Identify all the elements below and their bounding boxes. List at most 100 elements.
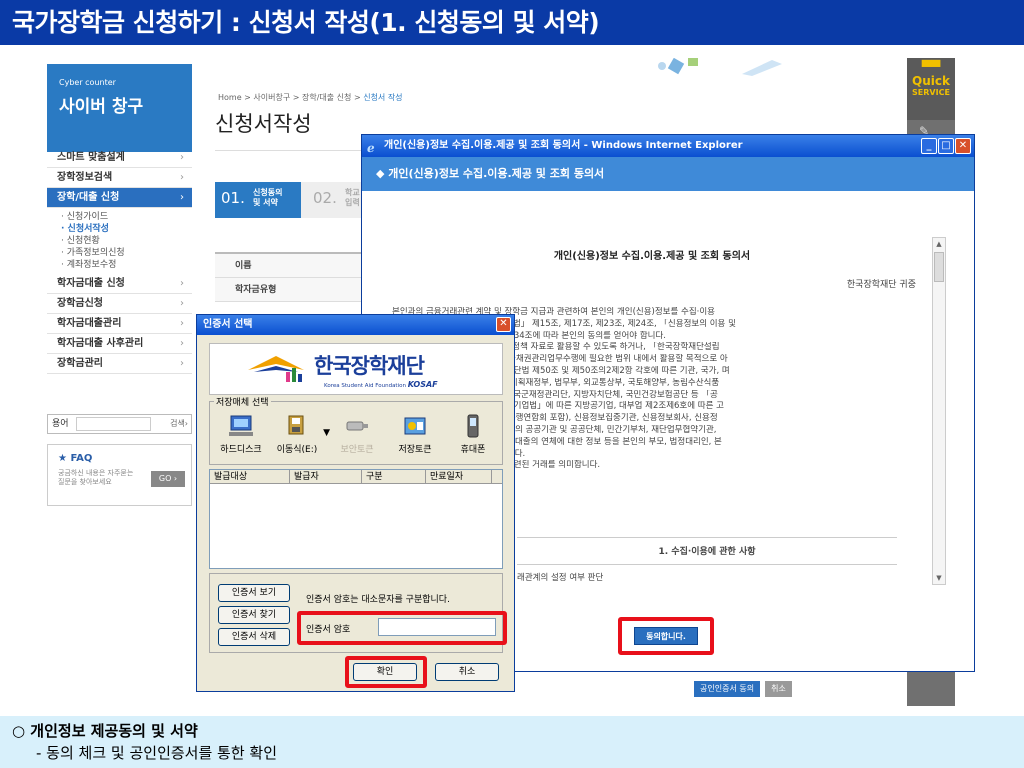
term-search-input[interactable] xyxy=(76,417,151,431)
faq-description: 궁금하신 내용은 자주묻는 질문을 찾아보세요 xyxy=(58,469,134,486)
submenu-application-form[interactable]: · 신청서작성 xyxy=(61,223,192,235)
delete-certificate-button[interactable]: 인증서 삭제 xyxy=(218,628,290,646)
storage-media-legend: 저장매체 선택 xyxy=(214,395,271,408)
find-certificate-button[interactable]: 인증서 찾기 xyxy=(218,606,290,624)
ie-icon: ℯ xyxy=(367,141,375,155)
sidebar-item-smart-design[interactable]: 스마트 맞춤설계 › xyxy=(47,148,192,168)
sidebar-item-apply[interactable]: 장학/대출 신청 › xyxy=(47,188,192,208)
sidebar-item-scholarship-manage[interactable]: 장학금관리 › xyxy=(47,354,192,374)
quick-service-subtitle: SERVICE xyxy=(912,88,950,97)
sidebar-item-label: 학자금대출관리 xyxy=(57,318,122,329)
term-search-button[interactable]: 검색› xyxy=(170,417,188,431)
form-label-aid-type: 학자금유형 xyxy=(215,278,365,302)
submenu-status[interactable]: · 신청현황 xyxy=(61,235,192,247)
password-highlight xyxy=(297,611,507,645)
chevron-right-icon: › xyxy=(180,278,184,289)
consent-window-titlebar: ℯ 개인(신용)정보 수집.이용.제공 및 조회 동의서 - Windows I… xyxy=(362,135,974,157)
sidebar-item-label: 스마트 맞춤설계 xyxy=(57,152,125,163)
device-mobile-phone[interactable]: 휴대폰 xyxy=(444,414,502,455)
column-type[interactable]: 구분 xyxy=(362,470,426,484)
step-2-label-line2: 입력 xyxy=(345,198,360,207)
sidebar-header: Cyber counter 사이버 창구 xyxy=(47,64,192,152)
sidebar-submenu: · 신청가이드 · 신청서작성 · 신청현황 · 가족정보의신청 · 계좌정보수… xyxy=(47,208,192,274)
faq-title-text: FAQ xyxy=(70,453,93,464)
breadcrumb-path: Home > 사이버창구 > 장학/대출 신청 > xyxy=(218,93,364,102)
scroll-up-icon[interactable]: ▲ xyxy=(933,238,945,250)
device-label: 하드디스크 xyxy=(220,445,262,455)
consent-scrollbar[interactable]: ▲ ▼ xyxy=(932,237,946,585)
certificate-dialog-title: 인증서 선택 xyxy=(203,319,253,330)
slide-title: 국가장학금 신청하기 : 신청서 작성(1. 신청동의 및 서약) xyxy=(0,0,1024,45)
sidebar-item-label: 학자금대출 신청 xyxy=(57,278,125,289)
harddisk-icon xyxy=(212,414,270,438)
faq-go-button[interactable]: GO › xyxy=(151,471,185,487)
cert-agree-button[interactable]: 공인인증서 동의 xyxy=(694,681,761,697)
step-1-label-line1: 신청동의 xyxy=(253,188,283,197)
step-1-label: 신청동의 및 서약 xyxy=(253,188,282,208)
site-cancel-button[interactable]: 취소 xyxy=(765,681,792,697)
device-security-token[interactable]: 보안토큰 xyxy=(328,414,386,455)
star-icon: ★ xyxy=(58,453,67,464)
section-text: 래관계의 설정 여부 판단 xyxy=(517,573,604,583)
scroll-down-icon[interactable]: ▼ xyxy=(933,572,945,584)
sidebar-item-loan-manage[interactable]: 학자금대출관리 › xyxy=(47,314,192,334)
cancel-button[interactable]: 취소 xyxy=(435,663,499,681)
chevron-right-icon: › xyxy=(180,358,184,369)
submenu-guide[interactable]: · 신청가이드 xyxy=(61,211,192,223)
breadcrumb: Home > 사이버창구 > 장학/대출 신청 > 신청서 작성 xyxy=(218,92,403,103)
sidebar-item-scholarship-search[interactable]: 장학정보검색 › xyxy=(47,168,192,188)
breadcrumb-current: 신청서 작성 xyxy=(363,93,403,102)
column-issuer[interactable]: 발급자 xyxy=(290,470,362,484)
close-icon[interactable]: ✕ xyxy=(955,138,971,154)
view-certificate-button[interactable]: 인증서 보기 xyxy=(218,584,290,602)
section-title: 1. 수집·이용에 관한 사항 xyxy=(517,537,897,565)
chevron-right-icon: › xyxy=(180,298,184,309)
device-storage-token[interactable]: 저장토큰 xyxy=(386,414,444,455)
quick-service-button[interactable]: ▀▀ Quick SERVICE xyxy=(907,58,955,120)
ok-button-highlight xyxy=(345,656,427,688)
banner-decoration xyxy=(658,58,782,76)
step-2-number: 02. xyxy=(313,189,337,207)
kosaf-name-ko: 한국장학재단 xyxy=(314,354,425,378)
mobile-phone-icon xyxy=(444,414,502,438)
certificate-list[interactable]: 발급대상 발급자 구분 만료일자 xyxy=(209,469,503,569)
kosaf-logo-icon xyxy=(248,356,304,382)
column-subject[interactable]: 발급대상 xyxy=(210,470,290,484)
device-label: 휴대폰 xyxy=(460,445,486,455)
storage-media-group: 저장매체 선택 하드디스크 이동식(E:) ▼ 보안토큰 저장토큰 휴대폰 xyxy=(209,395,503,465)
removable-disk-icon xyxy=(268,414,326,438)
window-controls: _ □ ✕ xyxy=(920,138,971,154)
sidebar-item-label: 장학금관리 xyxy=(57,358,103,369)
form-label-name: 이름 xyxy=(215,254,365,278)
maximize-icon[interactable]: □ xyxy=(938,138,954,154)
slide: 국가장학금 신청하기 : 신청서 작성(1. 신청동의 및 서약) Cyber … xyxy=(0,0,1024,768)
certificate-list-header: 발급대상 발급자 구분 만료일자 xyxy=(210,470,502,484)
submenu-account-edit[interactable]: · 계좌정보수정 xyxy=(61,259,192,271)
sidebar-item-label: 학자금대출 사후관리 xyxy=(57,338,144,349)
kosaf-name-en-text: Korea Student Aid Foundation xyxy=(324,383,406,389)
site-bottom-buttons: 공인인증서 동의 취소 xyxy=(694,676,792,697)
sidebar-item-loan-aftercare[interactable]: 학자금대출 사후관리 › xyxy=(47,334,192,354)
applicant-form-table: 이름 학자금유형 xyxy=(215,252,365,302)
device-harddisk[interactable]: 하드디스크 xyxy=(212,414,270,455)
bottom-note: ○ 개인정보 제공동의 및 서약 - 동의 체크 및 공인인증서를 통한 확인 xyxy=(0,716,1024,768)
chevron-right-icon: › xyxy=(180,318,184,329)
device-label: 저장토큰 xyxy=(398,445,432,455)
scroll-thumb[interactable] xyxy=(934,252,944,282)
faq-box: ★ FAQ 궁금하신 내용은 자주묻는 질문을 찾아보세요 GO › xyxy=(47,444,192,506)
device-removable[interactable]: 이동식(E:) ▼ xyxy=(268,414,330,455)
column-expiry[interactable]: 만료일자 xyxy=(426,470,492,484)
chevron-right-icon: › xyxy=(180,172,184,183)
submenu-family-info[interactable]: · 가족정보의신청 xyxy=(61,247,192,259)
quick-service-title: Quick xyxy=(912,74,950,88)
term-search-label: 용어 xyxy=(52,419,69,429)
sidebar-item-loan-apply[interactable]: 학자금대출 신청 › xyxy=(47,274,192,294)
page-title: 신청서작성 xyxy=(215,112,312,136)
close-icon[interactable]: ✕ xyxy=(496,317,511,332)
sidebar-header-ko: 사이버 창구 xyxy=(59,97,144,117)
security-token-icon xyxy=(328,414,386,438)
kosaf-abbr: KOSAF xyxy=(407,380,438,389)
note-heading: ○ 개인정보 제공동의 및 서약 xyxy=(12,722,198,740)
minimize-icon[interactable]: _ xyxy=(921,138,937,154)
sidebar-item-scholarship-apply[interactable]: 장학금신청 › xyxy=(47,294,192,314)
